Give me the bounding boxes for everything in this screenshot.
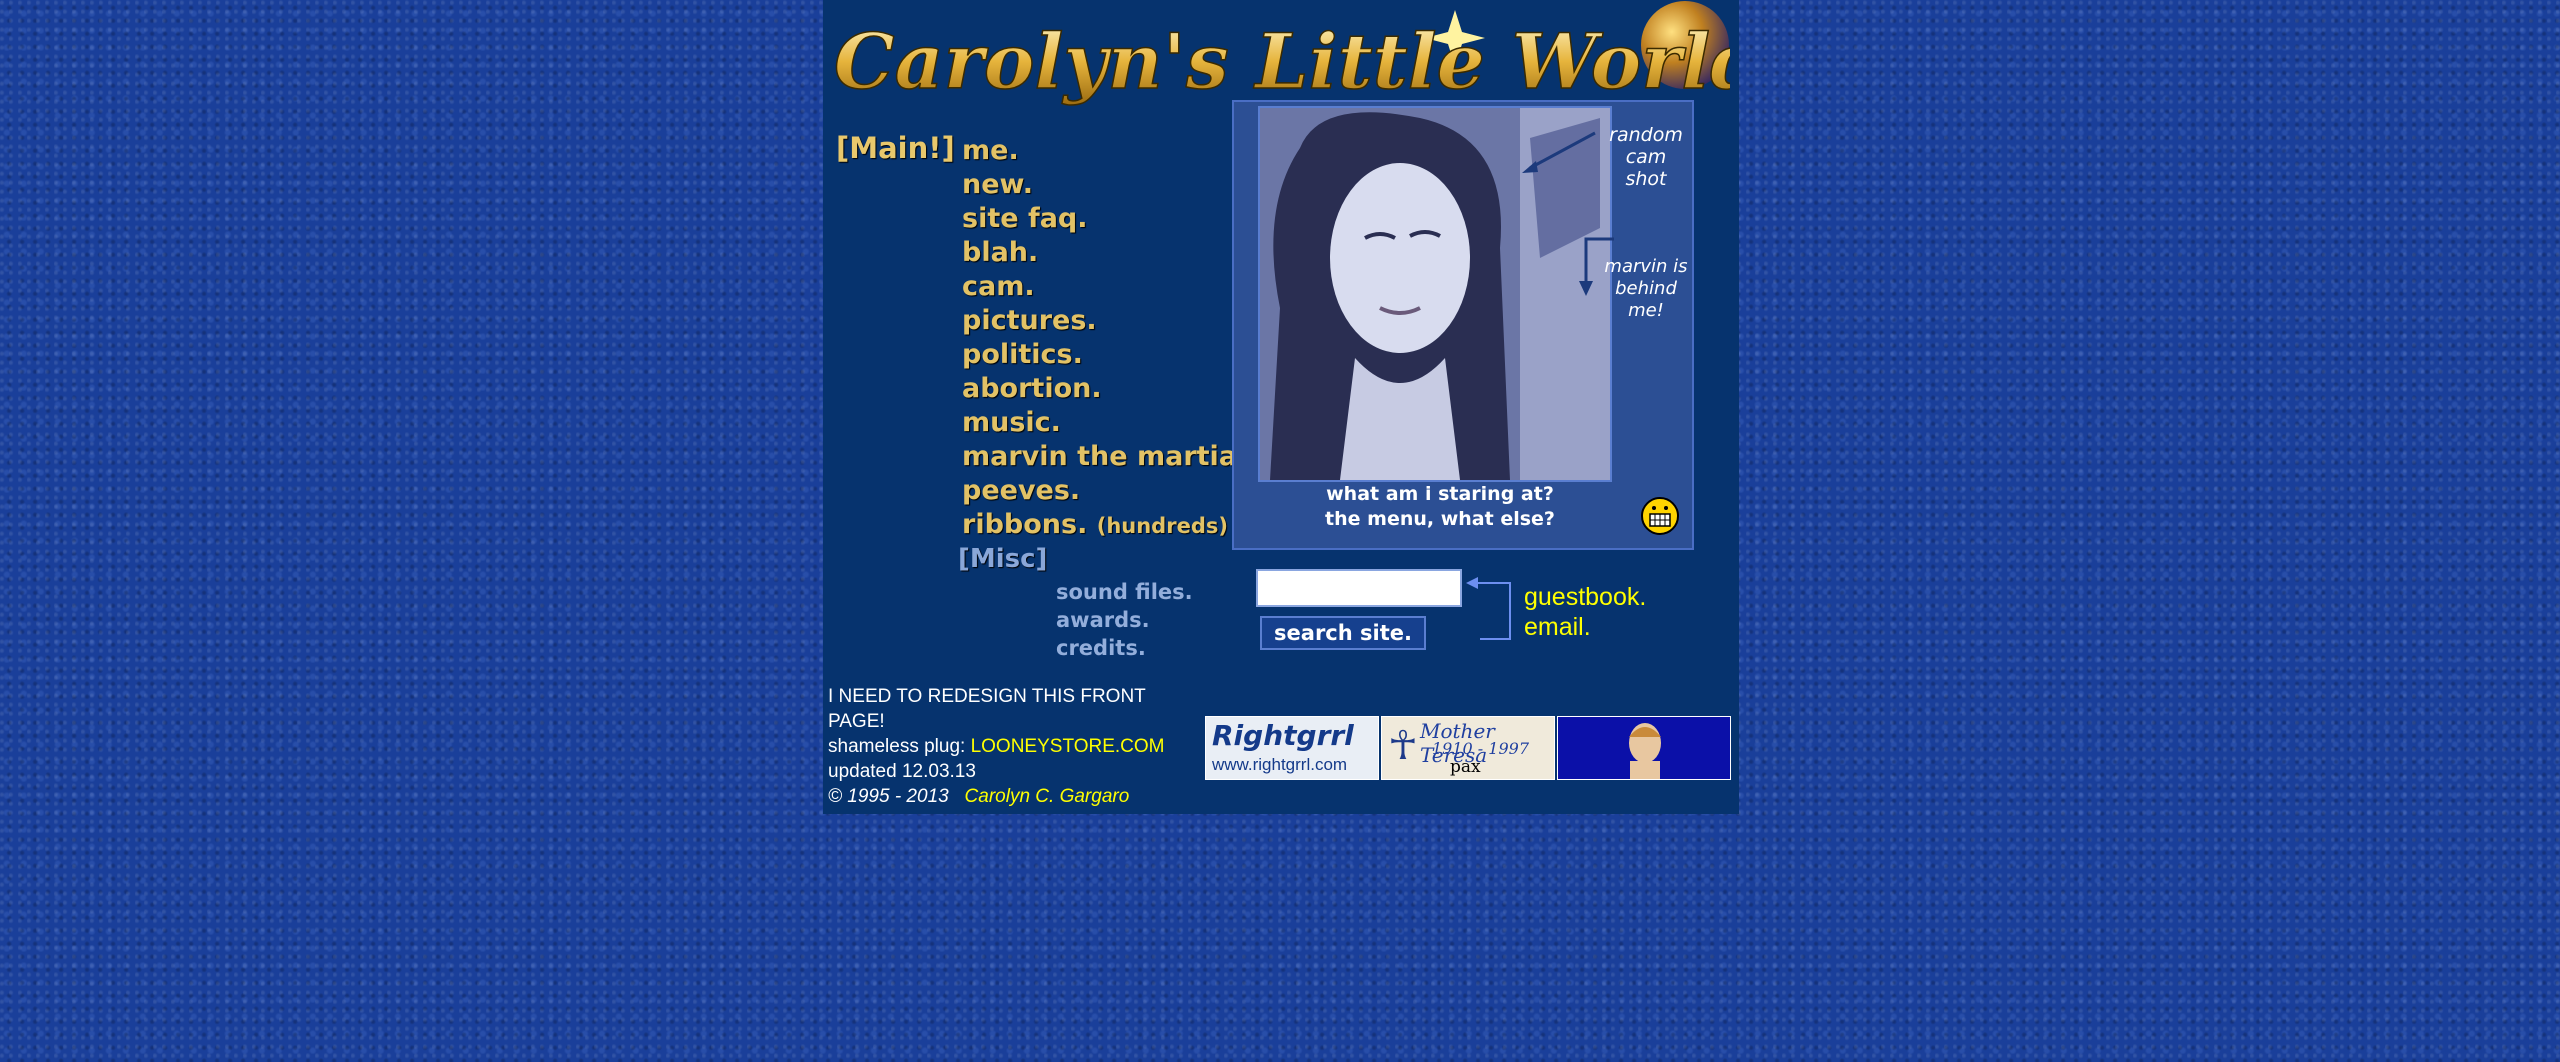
rightgrrl-url: www.rightgrrl.com [1212,755,1348,774]
arrow-icon [1579,237,1614,296]
ribbons-label[interactable]: ribbons. [962,509,1087,540]
looneystore-link[interactable]: LOONEYSTORE.COM [971,736,1165,757]
copyright-line: © 1995 - 2013 Carolyn C. Gargaro [828,784,1188,809]
teresa-motto: pax vobiscum [1450,757,1531,779]
menu-item-pictures[interactable]: pictures. [962,304,1267,338]
author-link[interactable]: Carolyn C. Gargaro [965,786,1130,807]
menu-item-site-faq[interactable]: site faq. [962,202,1267,236]
teresa-years: 1910 - 1997 [1432,739,1530,758]
plug-line: shameless plug: LOONEYSTORE.COM [828,734,1188,759]
misc-menu: sound files. awards. credits. [1056,578,1193,662]
caption-staring: what am i staring at? the menu, what els… [1300,482,1580,532]
menu-item-me[interactable]: me. [962,134,1267,168]
child-photo [1558,717,1730,779]
menu-item-peeves[interactable]: peeves. [962,474,1267,508]
menu-item-politics[interactable]: politics. [962,338,1267,372]
caption-random-cam-shot: random cam shot [1609,124,1683,190]
menu-item-credits[interactable]: credits. [1056,634,1193,662]
search-button[interactable]: search site. [1260,616,1426,650]
smiley-icon[interactable] [1640,496,1680,536]
main-menu-header: [Main!] [836,131,955,165]
caption-staring-line2: the menu, what else? [1325,508,1555,530]
menu-item-music[interactable]: music. [962,406,1267,440]
site-logo[interactable]: Carolyn's Little World [830,0,1730,110]
menu-item-awards[interactable]: awards. [1056,606,1193,634]
arrow-icon [1522,131,1596,173]
logo-text: Carolyn's Little World [834,17,1730,106]
copyright-text: © 1995 - 2013 [828,786,949,807]
footer: I NEED TO REDESIGN THIS FRONT PAGE! sham… [828,684,1188,809]
email-link[interactable]: email. [1524,613,1591,642]
ankh-icon: ☥ [1388,724,1418,768]
menu-item-new[interactable]: new. [962,168,1267,202]
rightgrrl-banner[interactable]: Rightgrrl www.rightgrrl.com [1205,716,1379,780]
rightgrrl-title: Rightgrrl [1212,719,1354,752]
menu-item-abortion[interactable]: abortion. [962,372,1267,406]
child-photo-banner[interactable] [1557,716,1731,780]
redesign-note: I NEED TO REDESIGN THIS FRONT PAGE! [828,686,1146,732]
menu-item-cam[interactable]: cam. [962,270,1267,304]
menu-item-blah[interactable]: blah. [962,236,1267,270]
caption-marvin: marvin is behind me! [1604,256,1688,321]
caption-staring-line1: what am i staring at? [1326,483,1554,505]
bracket-arrow-icon [1466,577,1511,640]
menu-item-marvin[interactable]: marvin the martian. [962,440,1267,474]
search-input[interactable] [1256,569,1462,607]
mother-teresa-banner[interactable]: ☥ Mother Teresa 1910 - 1997 pax vobiscum [1381,716,1555,780]
menu-item-ribbons[interactable]: ribbons. (hundreds) [962,508,1267,543]
menu-item-sound-files[interactable]: sound files. [1056,578,1193,606]
plug-prefix: shameless plug: [828,736,971,757]
misc-menu-header: [Misc] [958,544,1048,574]
updated-date: updated 12.03.13 [828,761,976,782]
main-menu: me. new. site faq. blah. cam. pictures. … [962,134,1267,543]
guestbook-link[interactable]: guestbook. [1524,583,1646,612]
ribbons-note: (hundreds) [1096,514,1228,538]
